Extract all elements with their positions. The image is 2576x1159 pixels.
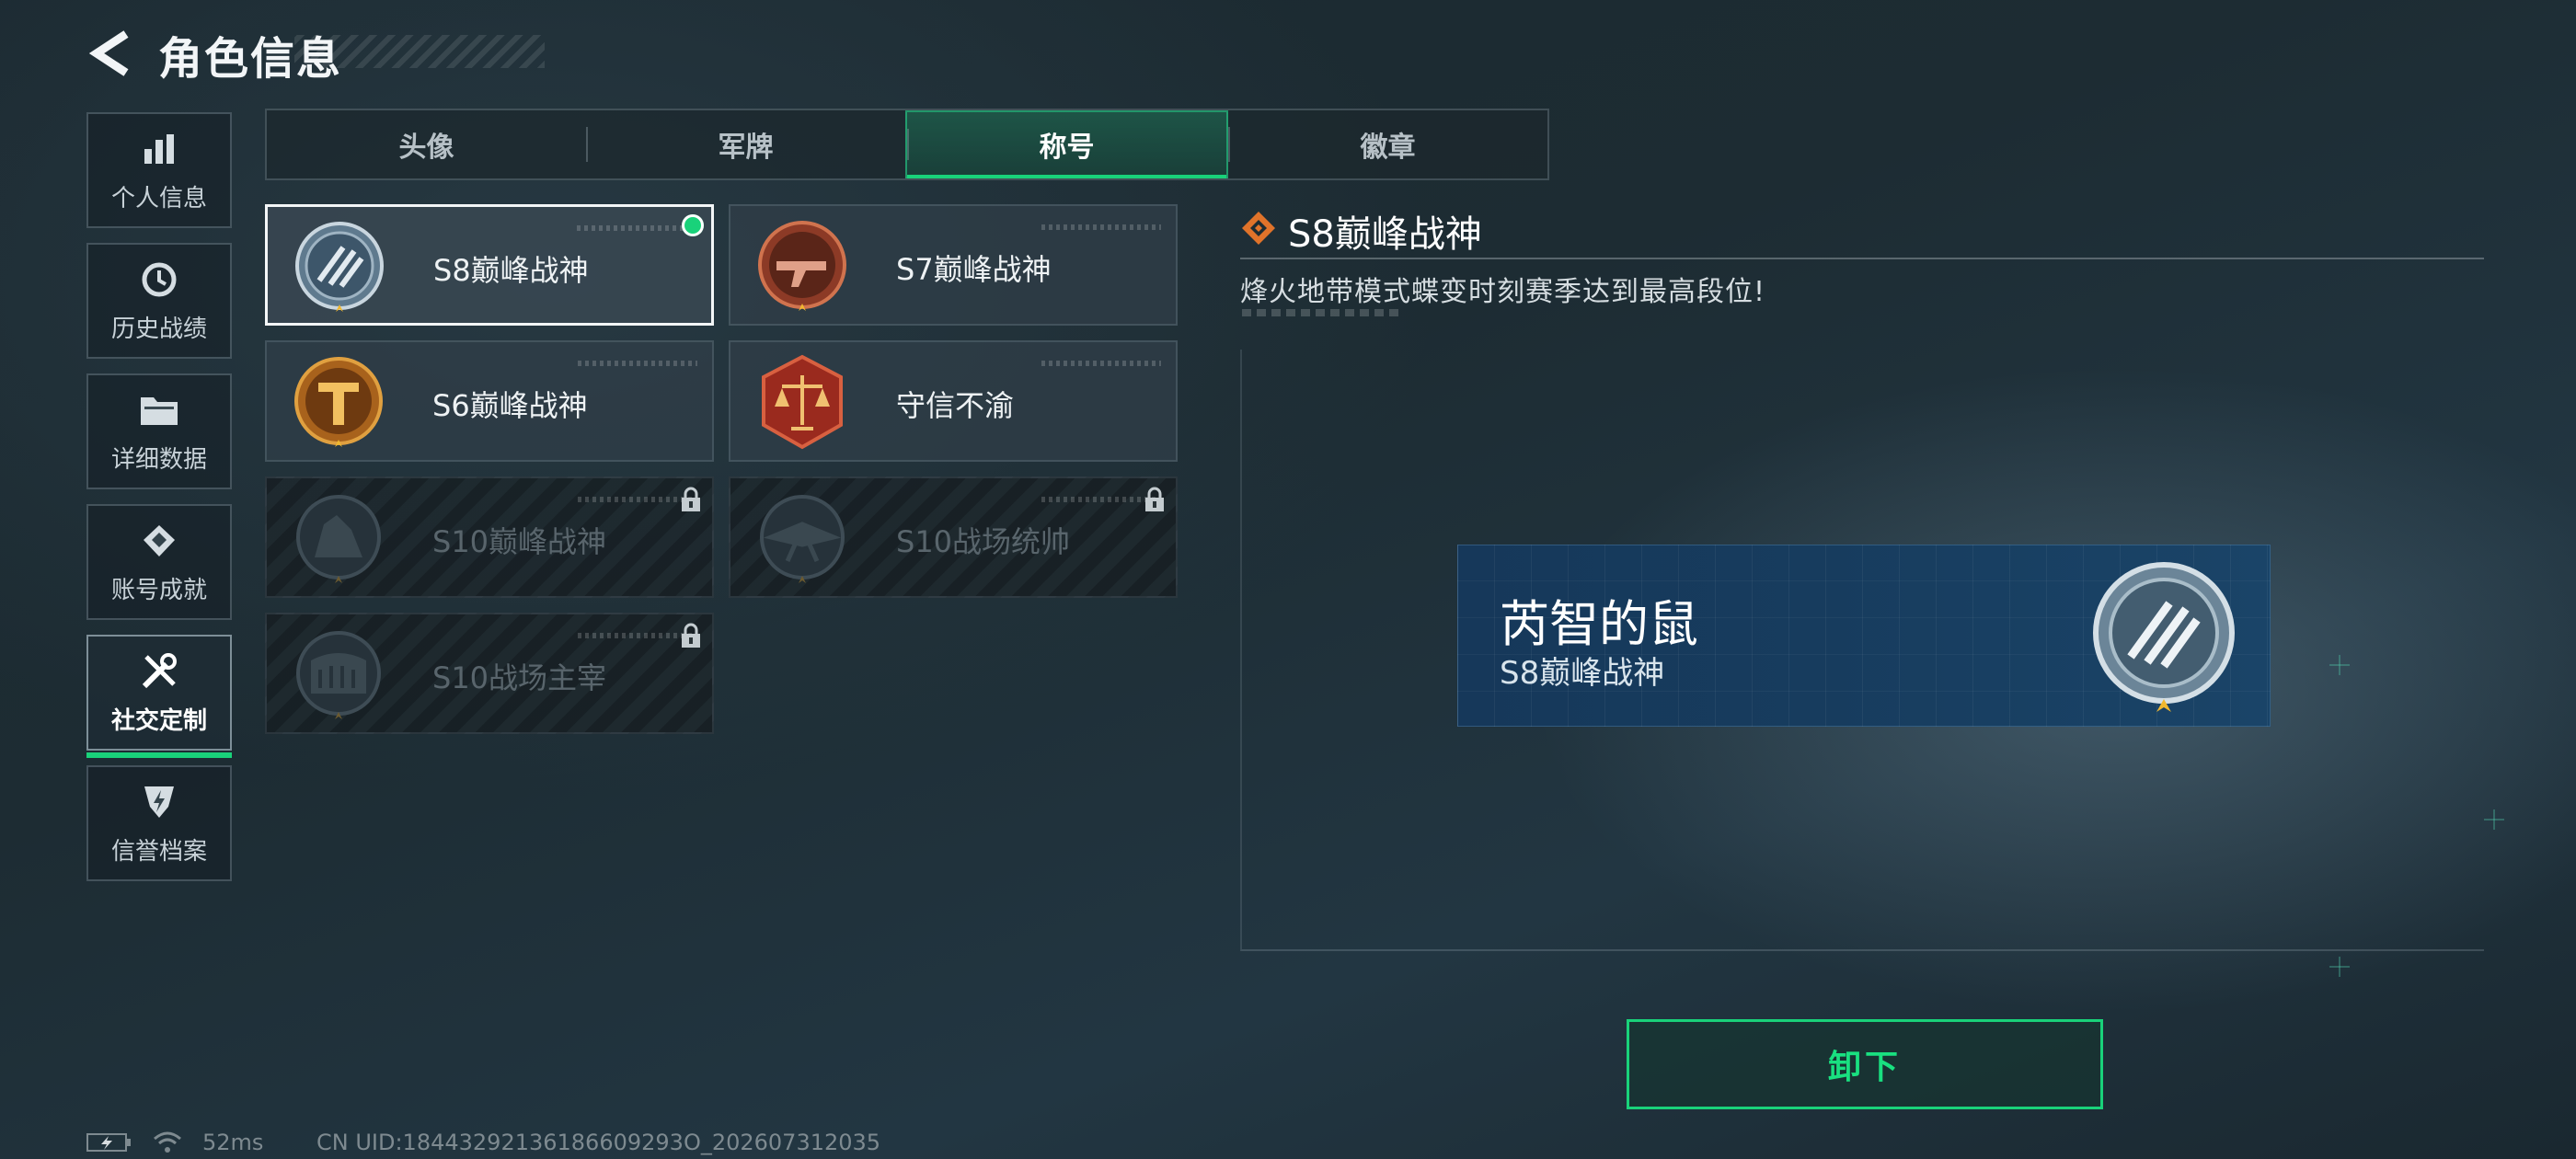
tools-icon [138, 650, 180, 693]
tab-title[interactable]: 称号 [905, 110, 1228, 178]
lock-icon [682, 623, 700, 648]
sidebar-item-social-customization[interactable]: 社交定制 [86, 635, 232, 758]
sidebar-item-credit-record[interactable]: 信誉档案 [86, 765, 232, 881]
back-arrow-icon [89, 30, 129, 76]
hud-crosshair [2329, 957, 2350, 977]
back-button[interactable] [86, 28, 134, 79]
battery-icon [86, 1133, 131, 1152]
sidebar-item-label: 历史战绩 [110, 315, 207, 343]
title-name: S8巅峰战神 [433, 253, 589, 288]
title-name: S10战场主宰 [432, 660, 607, 695]
title-name: S6巅峰战神 [432, 388, 588, 423]
tab-bar: 头像 军牌 称号 徽章 [265, 109, 1549, 180]
title-preview-card: 芮智的鼠 S8巅峰战神 [1457, 545, 2271, 727]
achievement-icon [138, 520, 180, 562]
title-card[interactable]: S6巅峰战神 [265, 340, 714, 462]
title-card[interactable]: S8巅峰战神 [265, 204, 714, 326]
s10-medal-icon [296, 495, 381, 583]
page-title: 角色信息 [158, 33, 343, 85]
s10-commander-medal-icon [760, 495, 845, 583]
justice-scale-medal-icon [762, 354, 843, 450]
status-bar: 52ms [86, 1130, 263, 1155]
equipped-indicator [682, 214, 704, 236]
bar-chart-icon [138, 128, 180, 170]
detail-description: 烽火地带模式蝶变时刻赛季达到最高段位! [1240, 276, 1766, 308]
title-name: S7巅峰战神 [896, 252, 1052, 287]
title-card[interactable]: S10战场统帅 [729, 476, 1178, 598]
sidebar-item-label: 社交定制 [110, 706, 207, 735]
wifi-icon [154, 1131, 181, 1153]
title-card[interactable]: 守信不渝 [729, 340, 1178, 462]
sidebar-item-label: 个人信息 [110, 184, 207, 212]
divider [1240, 258, 2484, 259]
s8-medal-large-icon [2093, 562, 2235, 712]
title-name: S10战场统帅 [896, 524, 1071, 559]
folder-icon [138, 389, 180, 431]
preview-title: S8巅峰战神 [1500, 655, 1665, 692]
s7-medal-icon [758, 221, 846, 311]
card-decoration [1041, 224, 1161, 230]
title-diamond-icon [1242, 212, 1275, 245]
card-decoration [577, 225, 696, 231]
tab-avatar[interactable]: 头像 [267, 110, 586, 178]
credit-shield-icon [138, 781, 180, 823]
history-icon [138, 258, 180, 301]
ping-value: 52ms [202, 1130, 264, 1155]
card-decoration [1041, 361, 1161, 366]
tab-dog-tag[interactable]: 军牌 [586, 110, 905, 178]
title-card[interactable]: S10巅峰战神 [265, 476, 714, 598]
sidebar-item-label: 账号成就 [110, 576, 207, 604]
s6-medal-icon [294, 357, 383, 447]
detail-decoration [1242, 309, 1400, 316]
unequip-button[interactable]: 卸下 [1627, 1019, 2103, 1109]
sidebar-item-achievements[interactable]: 账号成就 [86, 504, 232, 620]
sidebar-item-label: 信誉档案 [110, 837, 207, 866]
hud-crosshair [2329, 655, 2350, 675]
preview-player-name: 芮智的鼠 [1500, 595, 1698, 653]
detail-title: S8巅峰战神 [1288, 213, 1482, 256]
sidebar-item-label: 详细数据 [110, 445, 207, 474]
title-card[interactable]: S7巅峰战神 [729, 204, 1178, 326]
s8-medal-icon [295, 222, 384, 312]
hud-crosshair [2484, 809, 2504, 830]
title-card[interactable]: S10战场主宰 [265, 613, 714, 734]
lock-icon [1145, 487, 1164, 511]
sidebar-item-history[interactable]: 历史战绩 [86, 243, 232, 359]
uid-text: CN UID:18443292136186609293O_20260731203… [316, 1130, 881, 1155]
title-name: S10巅峰战神 [432, 524, 607, 559]
tab-badge[interactable]: 徽章 [1228, 110, 1547, 178]
title-name: 守信不渝 [896, 388, 1015, 423]
card-decoration [578, 361, 697, 366]
lock-icon [682, 487, 700, 511]
sidebar-item-detailed-data[interactable]: 详细数据 [86, 373, 232, 489]
colosseum-medal-icon [296, 631, 381, 719]
sidebar-item-personal-info[interactable]: 个人信息 [86, 112, 232, 228]
